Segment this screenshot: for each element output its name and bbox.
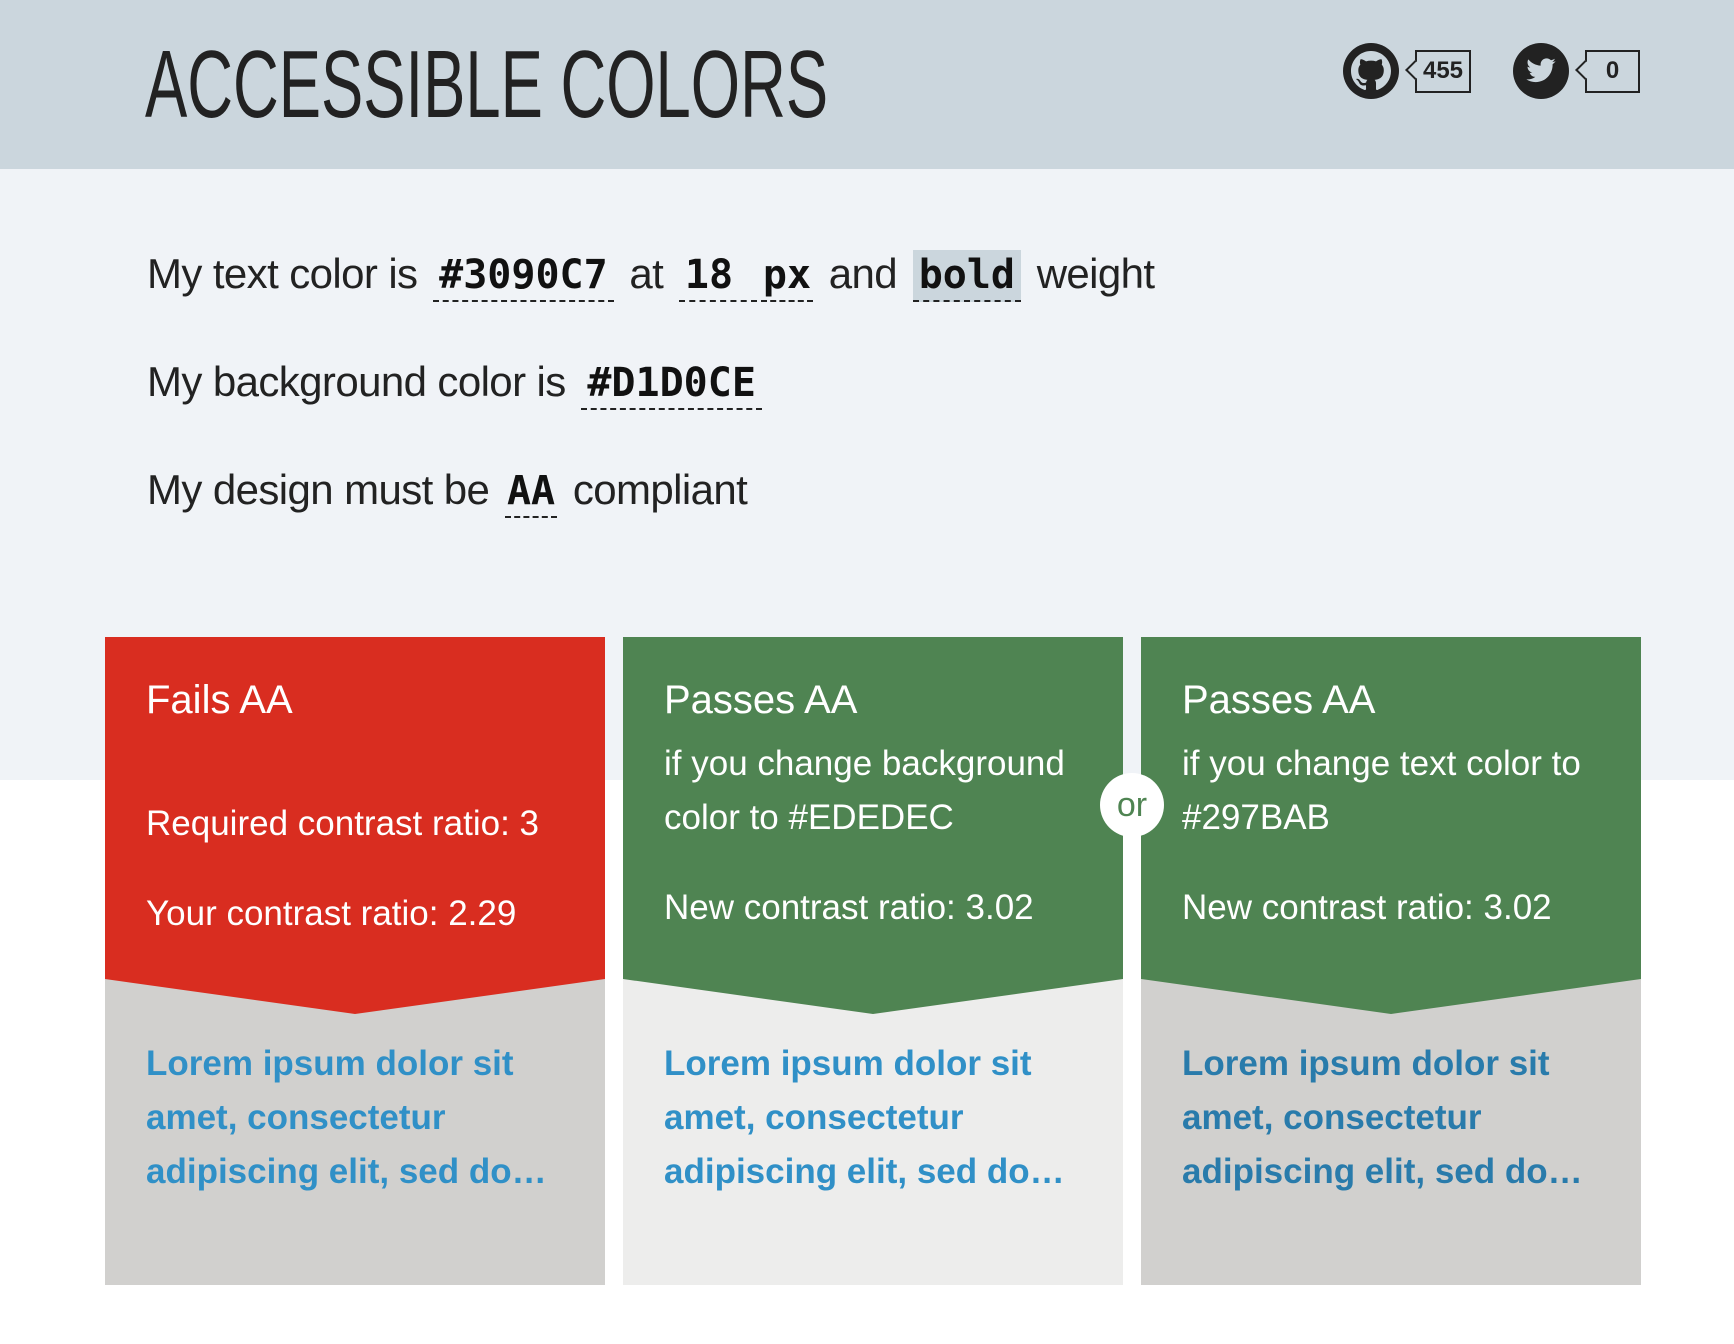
twitter-share-count[interactable]: 0 xyxy=(1585,49,1640,93)
sample-text: Lorem ipsum dolor sit amet, consectetur … xyxy=(1182,1044,1583,1191)
compliant-label: compliant xyxy=(572,466,748,513)
compliance-level-select[interactable]: AA xyxy=(504,466,558,518)
result-card-text-suggestion: Passes AA if you change text color to #2… xyxy=(1141,637,1641,1285)
site-title: ACCESSIBLE COLORS xyxy=(145,31,829,138)
result-summary: Fails AA Required contrast ratio: 3 Your… xyxy=(105,637,605,1014)
font-weight-select[interactable]: bold xyxy=(912,250,1022,302)
site-header: ACCESSIBLE COLORS 455 0 xyxy=(0,0,1734,169)
weight-label: weight xyxy=(1036,250,1155,297)
result-summary: Passes AA if you change background color… xyxy=(623,637,1123,1014)
text-color-label: My text color is xyxy=(147,250,418,297)
required-ratio: Required contrast ratio: 3 xyxy=(146,804,539,843)
or-divider-badge: or xyxy=(1100,773,1164,837)
result-card-fails: Fails AA Required contrast ratio: 3 Your… xyxy=(105,637,605,1285)
text-color-input[interactable]: #3090C7 xyxy=(433,250,614,302)
font-unit-select[interactable]: px xyxy=(760,250,814,302)
github-star-count[interactable]: 455 xyxy=(1415,49,1471,93)
new-ratio: New contrast ratio: 3.02 xyxy=(1182,888,1552,927)
result-title: Passes AA xyxy=(1182,678,1376,722)
background-color-input[interactable]: #D1D0CE xyxy=(581,358,762,410)
sample-text: Lorem ipsum dolor sit amet, consectetur … xyxy=(664,1044,1065,1191)
twitter-share-widget[interactable]: 0 xyxy=(1513,43,1640,99)
github-star-widget[interactable]: 455 xyxy=(1343,43,1471,99)
result-title: Fails AA xyxy=(146,678,293,722)
compliance-label: My design must be xyxy=(147,466,490,513)
at-label: at xyxy=(629,250,664,297)
sample-text: Lorem ipsum dolor sit amet, consectetur … xyxy=(146,1044,547,1191)
text-color-sentence: My text color is #3090C7 at 18 px and bol… xyxy=(147,246,1155,302)
suggestion-text: if you change background color to #EDEDE… xyxy=(664,744,1065,837)
font-size-input[interactable]: 18 xyxy=(678,250,757,302)
background-color-sentence: My background color is #D1D0CE xyxy=(147,354,766,410)
twitter-button[interactable] xyxy=(1513,43,1569,99)
suggestion-text: if you change text color to #297BAB xyxy=(1182,744,1581,837)
result-title: Passes AA xyxy=(664,678,858,722)
background-color-label: My background color is xyxy=(147,358,566,405)
new-ratio: New contrast ratio: 3.02 xyxy=(664,888,1034,927)
result-card-background-suggestion: Passes AA if you change background color… xyxy=(623,637,1123,1285)
compliance-sentence: My design must be AA compliant xyxy=(147,462,748,518)
result-summary: Passes AA if you change text color to #2… xyxy=(1141,637,1641,1014)
and-label: and xyxy=(828,250,898,297)
your-ratio: Your contrast ratio: 2.29 xyxy=(146,894,517,933)
twitter-icon xyxy=(1526,58,1556,83)
github-button[interactable] xyxy=(1343,43,1399,99)
github-icon xyxy=(1351,51,1391,91)
